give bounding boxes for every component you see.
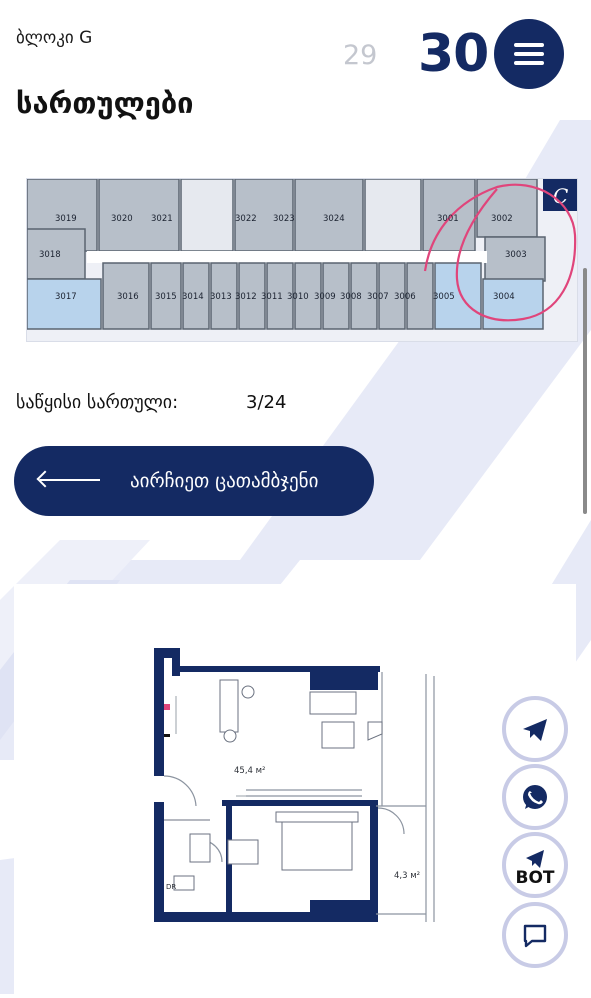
unit-label: 3002 bbox=[491, 214, 513, 224]
telegram-button[interactable] bbox=[502, 696, 568, 762]
telegram-icon bbox=[523, 719, 547, 741]
unit-label: 3007 bbox=[367, 292, 389, 302]
block-label: ბლოკი G bbox=[16, 28, 93, 48]
unit-label: 3008 bbox=[340, 292, 362, 302]
arrow-left-icon bbox=[40, 479, 100, 481]
menu-button[interactable] bbox=[494, 19, 564, 89]
unit-label: 3019 bbox=[55, 214, 77, 224]
current-floor-number: 30 bbox=[418, 24, 489, 84]
floor-plan[interactable]: C 3019 3020 3021 3022 3023 3024 3001 300… bbox=[26, 178, 578, 342]
unit-label: 3023 bbox=[273, 214, 295, 224]
unit-label: 3013 bbox=[210, 292, 232, 302]
apartment-plan-drawing: 45,4 м² 4,3 м² DR bbox=[154, 648, 435, 922]
bot-button[interactable]: BOT bbox=[502, 832, 568, 898]
unit-label: 3010 bbox=[287, 292, 309, 302]
floor-plan-drawing: C 3019 3020 3021 3022 3023 3024 3001 300… bbox=[27, 179, 577, 341]
unit-label: 3020 bbox=[111, 214, 133, 224]
start-floor-row: საწყისი სართული: 3/24 bbox=[16, 392, 286, 413]
choose-skyscraper-button[interactable]: აირჩიეთ ცათამბჯენი bbox=[14, 446, 374, 516]
balcony-area-label: 4,3 м² bbox=[394, 871, 420, 881]
scrollbar[interactable] bbox=[583, 268, 587, 514]
apartment-plan[interactable]: 45,4 м² 4,3 м² DR bbox=[14, 584, 576, 994]
unit-label: 3017 bbox=[55, 292, 77, 302]
page-title: სართულები bbox=[16, 86, 194, 120]
unit-label: 3009 bbox=[314, 292, 336, 302]
unit-label: 3011 bbox=[261, 292, 283, 302]
unit-label: 3005 bbox=[433, 292, 455, 302]
whatsapp-button[interactable] bbox=[502, 764, 568, 830]
unit-label: 3006 bbox=[394, 292, 416, 302]
unit-label: 3004 bbox=[493, 292, 515, 302]
choose-skyscraper-label: აირჩიეთ ცათამბჯენი bbox=[130, 470, 319, 492]
main-area-label: 45,4 м² bbox=[234, 766, 265, 776]
bot-label: BOT bbox=[515, 868, 555, 888]
start-floor-value: 3/24 bbox=[246, 392, 287, 413]
unit-label: 3001 bbox=[437, 214, 459, 224]
chat-button[interactable] bbox=[502, 902, 568, 968]
unit-label: 3022 bbox=[235, 214, 257, 224]
unit-label: 3014 bbox=[182, 292, 204, 302]
whatsapp-icon bbox=[523, 785, 547, 809]
unit-label: 3015 bbox=[155, 292, 177, 302]
unit-label: 3012 bbox=[235, 292, 257, 302]
unit-label: 3018 bbox=[39, 250, 61, 260]
unit-label: 3003 bbox=[505, 250, 527, 260]
start-floor-label: საწყისი სართული: bbox=[16, 392, 179, 413]
unit-label: 3016 bbox=[117, 292, 139, 302]
previous-floor-number[interactable]: 29 bbox=[343, 40, 377, 71]
dr-label: DR bbox=[166, 883, 176, 891]
unit-label: 3021 bbox=[151, 214, 173, 224]
chat-icon bbox=[523, 924, 547, 948]
unit-label: 3024 bbox=[323, 214, 345, 224]
